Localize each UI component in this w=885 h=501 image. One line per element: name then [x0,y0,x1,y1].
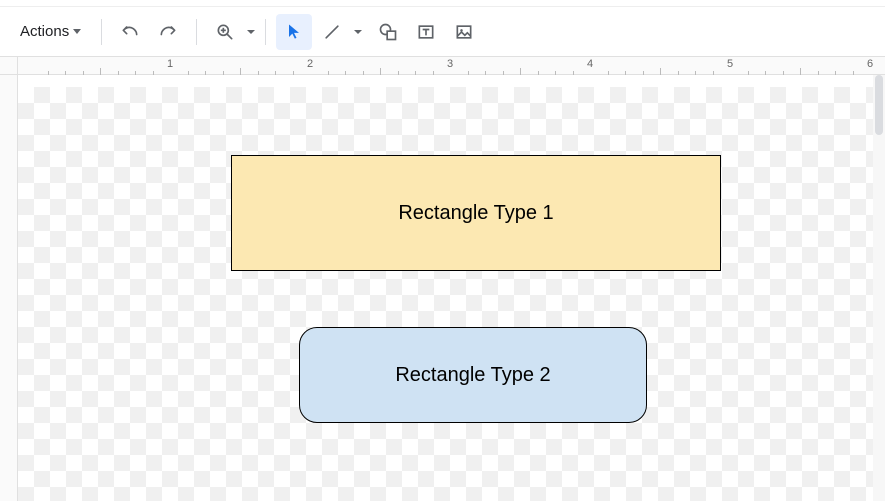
textbox-tool-button[interactable] [408,14,444,50]
line-tool-group [314,14,368,50]
shape-tool-button[interactable] [370,14,406,50]
zoom-icon [215,22,235,42]
window-top-border [0,0,885,7]
textbox-icon [416,22,436,42]
zoom-control[interactable] [207,14,255,50]
redo-icon [158,22,178,42]
ruler-tick [660,68,661,75]
undo-button[interactable] [112,14,148,50]
shape-label: Rectangle Type 2 [395,364,550,387]
chevron-down-icon[interactable] [247,30,255,34]
chevron-down-icon [73,29,81,34]
shape-label: Rectangle Type 1 [398,202,553,225]
ruler-label: 2 [307,58,313,70]
ruler-label: 6 [867,58,873,70]
ruler-label: 5 [727,58,733,70]
ruler-label: 4 [587,58,593,70]
actions-menu-button[interactable]: Actions [10,17,91,46]
vertical-scrollbar[interactable] [873,75,885,501]
actions-label: Actions [20,23,69,40]
toolbar-separator [101,19,102,45]
shape-icon [378,22,398,42]
zoom-button[interactable] [207,14,243,50]
vertical-ruler [0,75,18,501]
toolbar-separator [265,19,266,45]
ruler-label: 1 [167,58,173,70]
toolbar: Actions [0,7,885,57]
ruler-tick [520,68,521,75]
line-icon [322,22,342,42]
redo-button[interactable] [150,14,186,50]
ruler-tick [100,68,101,75]
chevron-down-icon[interactable] [354,30,362,34]
ruler-label: 3 [447,58,453,70]
ruler-tick [800,68,801,75]
workspace: Rectangle Type 1 Rectangle Type 2 [18,75,885,501]
scrollbar-thumb[interactable] [875,75,883,135]
rounded-rectangle-shape-2[interactable]: Rectangle Type 2 [299,327,647,423]
image-tool-button[interactable] [446,14,482,50]
ruler-corner [0,57,18,75]
horizontal-ruler: 1 2 3 4 5 6 [18,57,885,75]
image-icon [454,22,474,42]
select-tool-button[interactable] [276,14,312,50]
rectangle-shape-1[interactable]: Rectangle Type 1 [231,155,721,271]
drawing-canvas[interactable]: Rectangle Type 1 Rectangle Type 2 [18,87,885,501]
ruler-tick [240,68,241,75]
line-tool-button[interactable] [314,14,350,50]
undo-icon [120,22,140,42]
cursor-icon [284,22,304,42]
toolbar-separator [196,19,197,45]
ruler-tick [380,68,381,75]
